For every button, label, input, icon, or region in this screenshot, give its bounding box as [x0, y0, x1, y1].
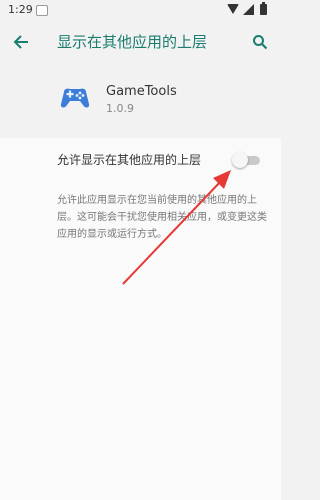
- app-bar: 显示在其他应用的上层: [0, 20, 281, 64]
- overlay-permission-row[interactable]: 允许显示在其他应用的上层: [0, 138, 281, 180]
- app-icon: [58, 80, 92, 114]
- permission-description: 允许此应用显示在您当前使用的其他应用的上层。这可能会干扰您使用相关应用，或变更这…: [57, 195, 267, 240]
- notification-icon: [36, 5, 48, 16]
- signal-icon: [243, 4, 254, 15]
- search-button[interactable]: [247, 29, 273, 55]
- switch-thumb: [232, 152, 248, 168]
- status-icons: [227, 2, 275, 16]
- status-time: 1:29: [8, 3, 33, 16]
- page-title: 显示在其他应用的上层: [57, 33, 208, 51]
- battery-icon: [260, 2, 267, 15]
- gamepad-icon: [60, 88, 90, 108]
- app-name: GameTools: [106, 84, 177, 99]
- status-bar: 1:29: [0, 0, 281, 20]
- app-version: 1.0.9: [106, 102, 134, 115]
- arrow-back-icon: [13, 35, 28, 49]
- search-icon: [253, 35, 268, 50]
- settings-content: 允许显示在其他应用的上层 允许此应用显示在您当前使用的其他应用的上层。这可能会干…: [0, 138, 281, 500]
- wifi-icon: [227, 4, 239, 14]
- overlay-permission-label: 允许显示在其他应用的上层: [57, 153, 202, 167]
- overlay-permission-switch[interactable]: [232, 152, 262, 168]
- app-header: GameTools 1.0.9: [0, 64, 281, 138]
- back-button[interactable]: [8, 29, 34, 55]
